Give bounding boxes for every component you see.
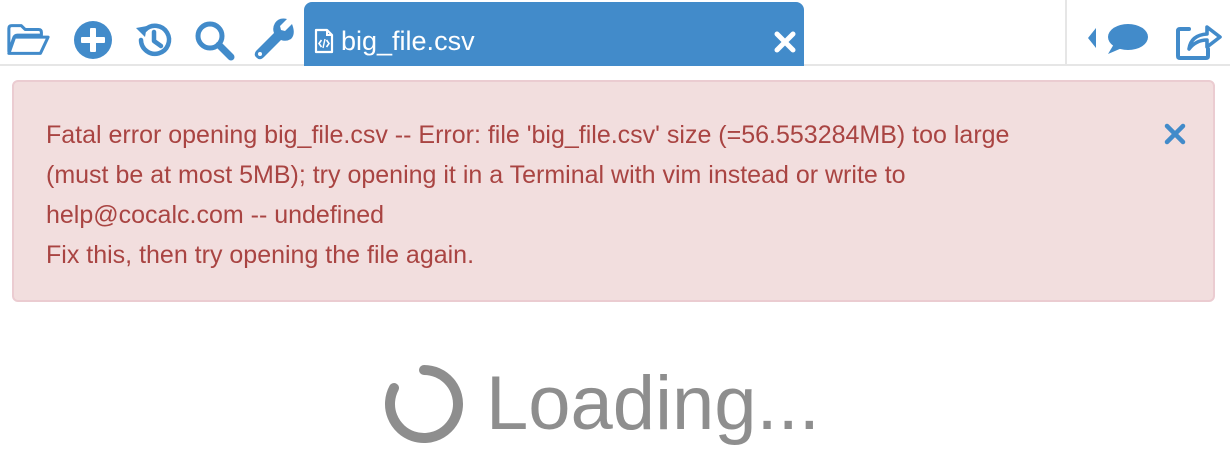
close-icon[interactable]: [772, 29, 798, 55]
error-alert: Fatal error opening big_file.csv -- Erro…: [12, 80, 1215, 302]
plus-circle-icon[interactable]: [71, 18, 115, 62]
close-icon[interactable]: [1163, 122, 1187, 146]
search-icon[interactable]: [192, 18, 236, 62]
error-line: Fix this, then try opening the file agai…: [46, 241, 475, 269]
error-line: help@cocalc.com -- undefined: [46, 201, 385, 229]
spinner-icon: [384, 364, 464, 444]
share-icon[interactable]: [1174, 18, 1224, 62]
top-toolbar: big_file.csv: [0, 0, 1230, 66]
toolbar-divider: [1065, 0, 1067, 66]
folder-open-icon[interactable]: [6, 18, 50, 62]
loading-indicator: Loading...: [384, 364, 820, 444]
history-icon[interactable]: [132, 18, 176, 62]
file-tab-active[interactable]: big_file.csv: [304, 2, 804, 66]
wrench-icon[interactable]: [252, 18, 296, 62]
tab-label: big_file.csv: [341, 26, 475, 56]
loading-label: Loading...: [486, 361, 820, 446]
chat-icon[interactable]: [1086, 18, 1150, 62]
error-line: (must be at most 5MB); try opening it in…: [46, 161, 906, 189]
code-file-icon: [314, 28, 334, 54]
error-line: Fatal error opening big_file.csv -- Erro…: [46, 121, 1010, 149]
error-message: Fatal error opening big_file.csv -- Erro…: [46, 115, 1146, 275]
